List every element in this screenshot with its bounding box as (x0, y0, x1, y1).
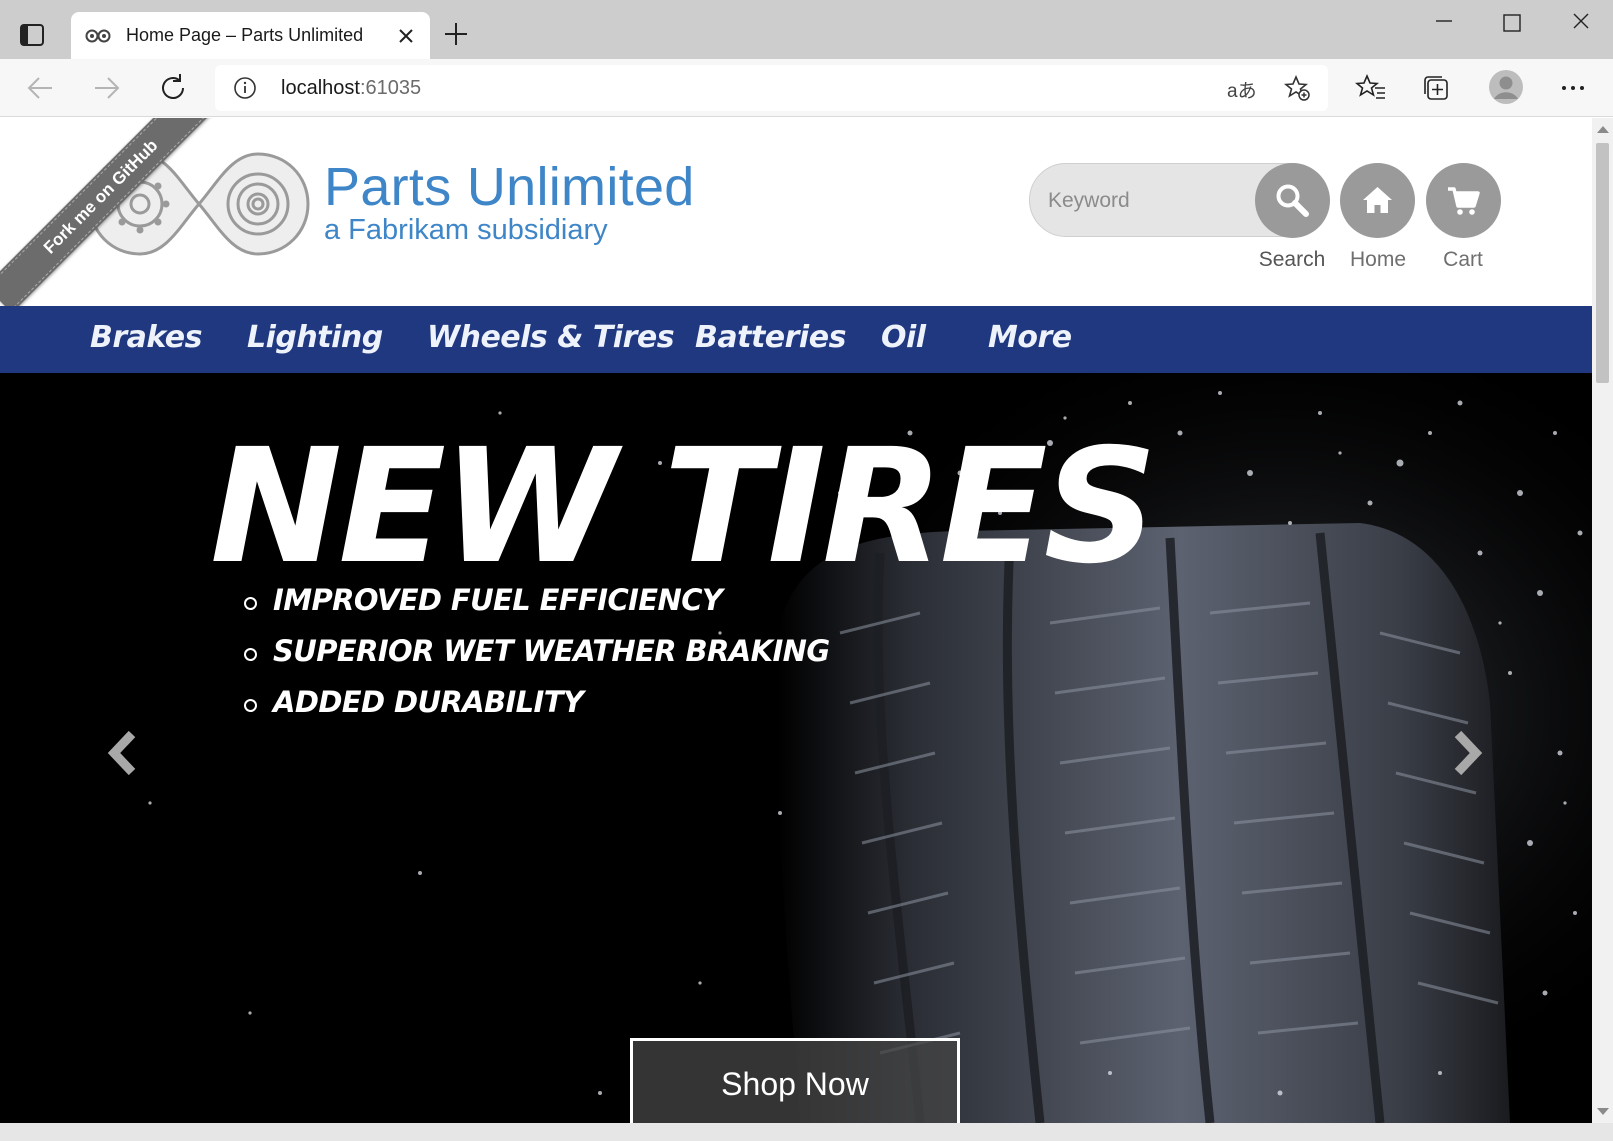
back-icon[interactable] (22, 69, 60, 107)
minimize-icon[interactable] (1421, 8, 1467, 40)
nav-item-wheels-tires[interactable]: Wheels & Tires (427, 320, 675, 355)
page-viewport: Fork me on GitHub Parts Unlimited a Fabr… (0, 118, 1592, 1123)
shop-now-button[interactable]: Shop Now (630, 1038, 960, 1123)
home-button[interactable] (1340, 163, 1415, 238)
scroll-down-arrow[interactable] (1597, 1108, 1609, 1115)
search-icon (1276, 184, 1309, 217)
scroll-thumb[interactable] (1596, 143, 1609, 383)
nav-item-oil[interactable]: Oil (881, 320, 926, 355)
hero-features: IMPROVED FUEL EFFICIENCY SUPERIOR WET WE… (244, 583, 830, 736)
hero-title: NEW TIRES (210, 415, 1157, 599)
cart-icon (1448, 187, 1480, 215)
address-url[interactable]: localhost:61035 (281, 77, 421, 100)
sidebar-icon[interactable] (18, 21, 48, 49)
category-nav: Brakes Lighting Wheels & Tires Batteries… (0, 306, 1592, 373)
plus-icon[interactable] (442, 20, 470, 48)
cart-label: Cart (1443, 248, 1483, 271)
carousel-prev-button[interactable] (104, 728, 144, 778)
brand-subtitle: a Fabrikam subsidiary (324, 214, 608, 246)
search-button[interactable] (1255, 163, 1330, 238)
read-aloud-icon[interactable]: aあ (1227, 76, 1257, 103)
url-host: localhost (281, 77, 360, 99)
hero-carousel: NEW TIRES IMPROVED FUEL EFFICIENCY SUPER… (0, 373, 1592, 1123)
url-port: :61035 (359, 77, 422, 99)
more-icon[interactable] (1557, 72, 1589, 104)
nav-item-more[interactable]: More (988, 320, 1072, 355)
home-label: Home (1349, 248, 1407, 271)
hero-feature: IMPROVED FUEL EFFICIENCY (244, 583, 830, 634)
cart-button[interactable] (1426, 163, 1501, 238)
reload-icon[interactable] (154, 69, 192, 107)
collections-icon[interactable] (1420, 72, 1452, 104)
hero-feature: SUPERIOR WET WEATHER BRAKING (244, 634, 830, 685)
address-bar[interactable]: localhost:61035 aあ (215, 65, 1328, 111)
tab-favicon (85, 26, 111, 46)
hero-feature: ADDED DURABILITY (244, 685, 830, 736)
nav-item-batteries[interactable]: Batteries (695, 320, 846, 355)
add-favorite-icon[interactable] (1283, 74, 1311, 102)
nav-item-brakes[interactable]: Brakes (90, 320, 203, 355)
search-input[interactable] (1048, 184, 1248, 218)
browser-toolbar: localhost:61035 aあ (0, 59, 1613, 117)
profile-icon[interactable] (1488, 69, 1524, 105)
search-label: Search (1258, 248, 1326, 271)
carousel-next-button[interactable] (1446, 728, 1486, 778)
forward-icon[interactable] (87, 69, 125, 107)
horizontal-scrollbar[interactable] (0, 1123, 1613, 1141)
tab-strip: Home Page – Parts Unlimited (0, 0, 1613, 59)
browser-tab[interactable]: Home Page – Parts Unlimited (71, 12, 430, 59)
home-icon (1363, 187, 1392, 213)
close-icon[interactable] (396, 26, 416, 46)
vertical-scrollbar[interactable] (1592, 118, 1613, 1123)
brand-name[interactable]: Parts Unlimited (324, 156, 695, 218)
chevron-left-icon (107, 730, 136, 776)
favorites-icon[interactable] (1354, 72, 1387, 104)
tab-title: Home Page – Parts Unlimited (126, 25, 364, 45)
nav-item-lighting[interactable]: Lighting (247, 320, 383, 355)
window-close-icon[interactable] (1557, 8, 1603, 40)
info-icon[interactable] (233, 76, 257, 100)
scroll-up-arrow[interactable] (1597, 126, 1609, 133)
maximize-icon[interactable] (1488, 8, 1534, 40)
chevron-right-icon (1454, 730, 1483, 776)
